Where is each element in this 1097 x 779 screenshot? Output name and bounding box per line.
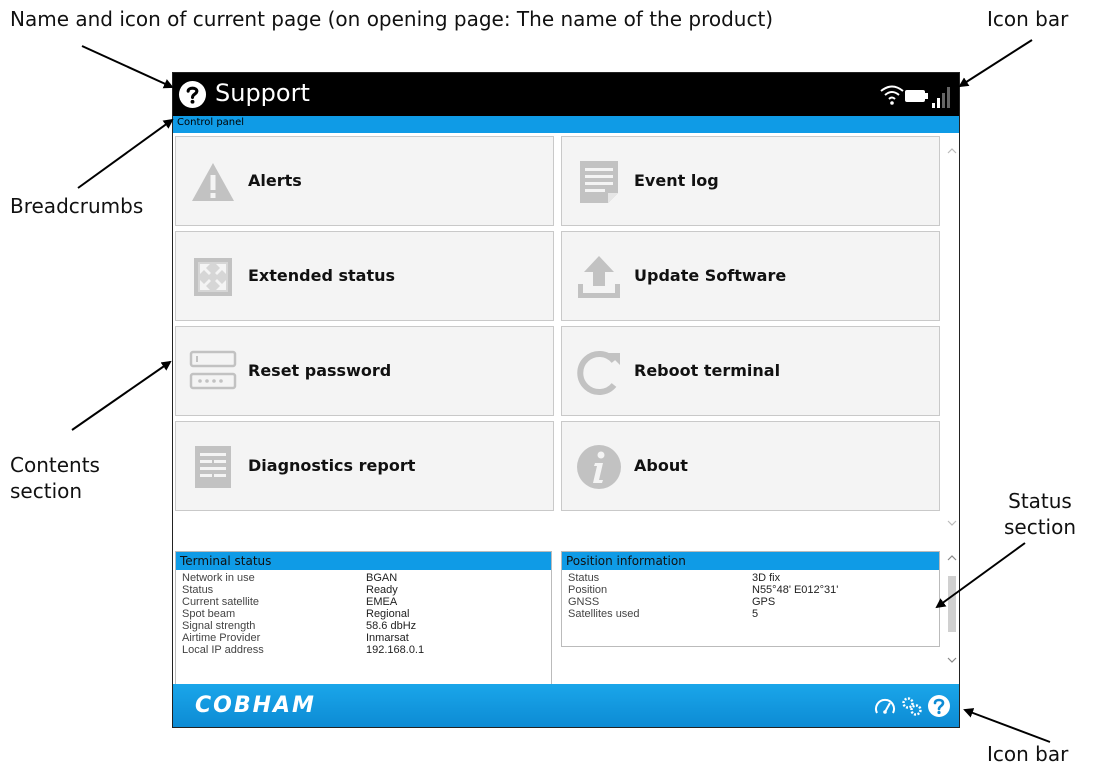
contents-section: Alerts Event log Extended status Update …: [173, 133, 959, 545]
position-info-panel: Position information Status 3D fix Positi…: [561, 551, 940, 647]
tile-event-log[interactable]: Event log: [561, 136, 940, 226]
top-icon-bar: [867, 81, 955, 111]
cobham-logo: COBHAM: [195, 693, 316, 718]
panel-title: Position information: [562, 552, 939, 570]
signal-bars-icon[interactable]: [932, 87, 950, 108]
row-value: GPS: [752, 596, 776, 608]
row-value: Regional: [366, 608, 410, 620]
callout-status-section: Status section: [1003, 489, 1077, 539]
row-value: EMEA: [366, 596, 398, 608]
reboot-icon: [577, 351, 620, 395]
warning-triangle-icon: [192, 163, 234, 201]
question-circle-icon: [178, 80, 207, 109]
row-key: Current satellite: [182, 596, 260, 608]
arrow-breadcrumbs: [77, 118, 174, 189]
row-key: Local IP address: [182, 644, 264, 656]
status-scrollbar[interactable]: [945, 546, 959, 684]
callout-icon-bar-top: Icon bar: [987, 7, 1069, 31]
status-row: Status Ready: [176, 584, 551, 596]
status-section: Terminal status Network in use BGAN Statu…: [173, 546, 959, 684]
tile-label: Event log: [634, 171, 719, 190]
row-key: Spot beam: [182, 608, 236, 620]
arrow-icon-bar-bottom: [963, 708, 1051, 743]
expand-arrows-icon: [194, 258, 232, 296]
status-row: Airtime Provider Inmarsat: [176, 632, 551, 644]
tile-about[interactable]: About: [561, 421, 940, 511]
tile-label: Extended status: [248, 266, 395, 285]
device-screen: Support Control panel Alerts Event log E…: [172, 72, 960, 728]
tile-alerts[interactable]: Alerts: [175, 136, 554, 226]
breadcrumb[interactable]: Control panel: [173, 116, 959, 133]
callout-contents-section: Contents section: [10, 453, 100, 503]
arrow-icon-bar-top: [958, 39, 1033, 88]
row-value: 3D fix: [752, 572, 781, 584]
row-key: Status: [182, 584, 214, 596]
tile-reset-password[interactable]: Reset password: [175, 326, 554, 416]
page-title: Support: [215, 79, 310, 107]
tile-label: Alerts: [248, 171, 302, 190]
arrow-contents: [71, 360, 172, 431]
status-row: Spot beam Regional: [176, 608, 551, 620]
tile-label: Update Software: [634, 266, 787, 285]
status-row: Satellites used 5: [562, 608, 939, 620]
document-icon: [580, 161, 618, 203]
tile-label: Diagnostics report: [248, 456, 416, 475]
upload-icon: [578, 256, 620, 298]
row-key: Position: [568, 584, 608, 596]
row-value: Inmarsat: [366, 632, 409, 644]
info-icon: [577, 445, 621, 489]
tile-extended-status[interactable]: Extended status: [175, 231, 554, 321]
tile-label: About: [634, 456, 688, 475]
row-key: Airtime Provider: [182, 632, 261, 644]
status-row: Status 3D fix: [562, 572, 939, 584]
settings-gears-icon[interactable]: [902, 697, 922, 716]
panel-title: Terminal status: [176, 552, 551, 570]
status-row: Position N55°48' E012°31': [562, 584, 939, 596]
dashboard-gauge-icon[interactable]: [875, 698, 895, 714]
status-row: GNSS GPS: [562, 596, 939, 608]
callout-page-name: Name and icon of current page (on openin…: [10, 7, 774, 31]
title-bar: Support: [173, 73, 959, 116]
row-key: Network in use: [182, 572, 255, 584]
status-row: Local IP address 192.168.0.1: [176, 644, 551, 656]
password-field-icon: [189, 350, 237, 390]
battery-icon[interactable]: [905, 90, 928, 102]
contents-scrollbar[interactable]: [945, 133, 959, 545]
tile-label: Reboot terminal: [634, 361, 781, 380]
row-key: GNSS: [568, 596, 600, 608]
tile-update-software[interactable]: Update Software: [561, 231, 940, 321]
row-value: Ready: [366, 584, 398, 596]
breadcrumb-label[interactable]: Control panel: [177, 117, 244, 128]
row-value: 58.6 dbHz: [366, 620, 417, 632]
row-key: Status: [568, 572, 600, 584]
row-value: BGAN: [366, 572, 398, 584]
row-value: N55°48' E012°31': [752, 584, 839, 596]
wifi-icon[interactable]: [880, 85, 904, 105]
row-value: 5: [752, 608, 759, 620]
row-key: Signal strength: [182, 620, 256, 632]
help-question-icon[interactable]: [928, 695, 950, 717]
status-row: Network in use BGAN: [176, 572, 551, 584]
tile-diagnostics-report[interactable]: Diagnostics report: [175, 421, 554, 511]
row-key: Satellites used: [568, 608, 640, 620]
footer-bar: COBHAM: [173, 684, 959, 727]
tile-label: Reset password: [248, 361, 392, 380]
callout-icon-bar-bottom: Icon bar: [987, 742, 1069, 766]
row-value: 192.168.0.1: [366, 644, 425, 656]
callout-breadcrumbs: Breadcrumbs: [10, 194, 144, 218]
terminal-status-panel: Terminal status Network in use BGAN Statu…: [175, 551, 552, 684]
status-row: Current satellite EMEA: [176, 596, 551, 608]
bottom-icon-bar: [855, 693, 955, 719]
arrow-page-name: [81, 45, 174, 89]
report-icon: [195, 446, 231, 488]
status-row: Signal strength 58.6 dbHz: [176, 620, 551, 632]
tile-reboot-terminal[interactable]: Reboot terminal: [561, 326, 940, 416]
